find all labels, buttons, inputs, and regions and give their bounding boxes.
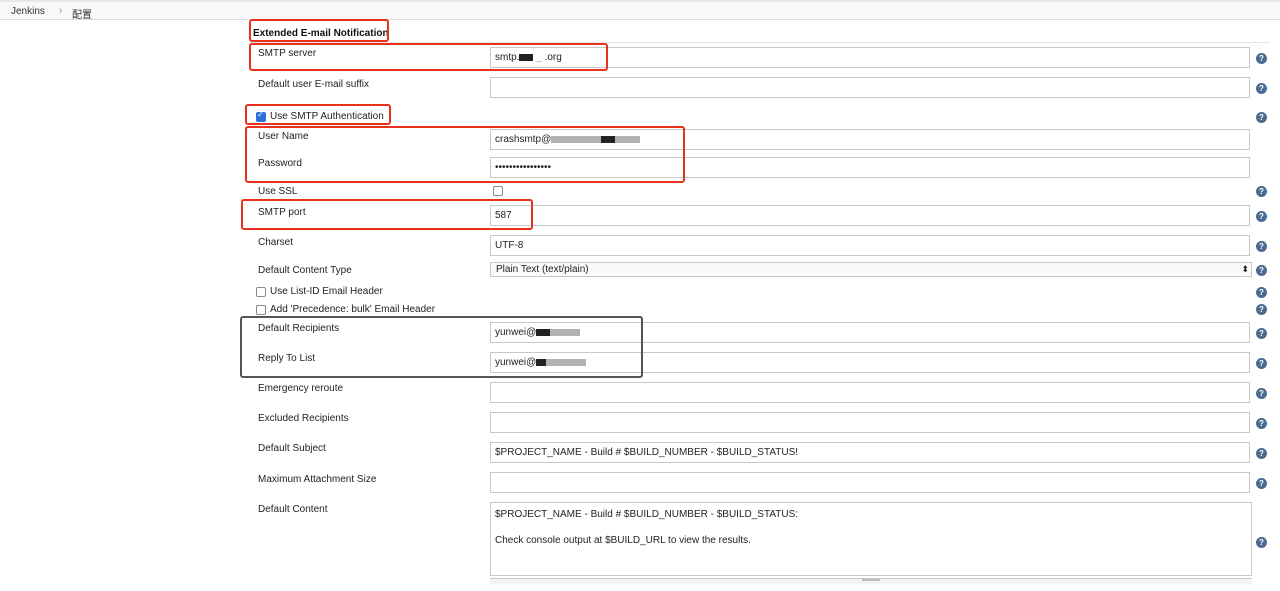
breadcrumb: Jenkins › 配置 (0, 0, 1280, 21)
help-icon[interactable]: ? (1256, 448, 1267, 459)
highlight-credentials (245, 126, 685, 183)
highlight-smtp-server (249, 43, 608, 71)
charset-input[interactable]: UTF-8 (490, 235, 1250, 256)
help-icon[interactable]: ? (1256, 265, 1267, 276)
default-subject-input[interactable]: $PROJECT_NAME - Build # $BUILD_NUMBER - … (490, 442, 1250, 463)
help-icon[interactable]: ? (1256, 186, 1267, 197)
help-icon[interactable]: ? (1256, 478, 1267, 489)
help-icon[interactable]: ? (1256, 537, 1267, 548)
default-content-line-1: $PROJECT_NAME - Build # $BUILD_NUMBER - … (495, 509, 799, 520)
help-icon[interactable]: ? (1256, 418, 1267, 429)
help-icon[interactable]: ? (1256, 287, 1267, 298)
default-subject-label: Default Subject (258, 443, 326, 454)
default-content-label: Default Content (258, 504, 328, 515)
help-icon[interactable]: ? (1256, 53, 1267, 64)
smtp-port-input[interactable]: 587 (490, 205, 1250, 226)
default-content-line-2: Check console output at $BUILD_URL to vi… (495, 535, 751, 546)
help-icon[interactable]: ? (1256, 112, 1267, 123)
default-suffix-input[interactable] (490, 77, 1250, 98)
emergency-reroute-input[interactable] (490, 382, 1250, 403)
max-attachment-label: Maximum Attachment Size (258, 474, 377, 485)
precedence-label: Add 'Precedence: bulk' Email Header (270, 304, 436, 315)
excluded-recipients-input[interactable] (490, 412, 1250, 433)
charset-label: Charset (258, 237, 294, 248)
chevron-right-icon: › (59, 5, 63, 16)
precedence-checkbox[interactable] (256, 305, 266, 315)
max-attachment-input[interactable] (490, 472, 1250, 493)
content-type-select[interactable]: Plain Text (text/plain) ⬍ (490, 262, 1252, 277)
list-id-label: Use List-ID Email Header (270, 286, 383, 297)
resize-grip-icon[interactable] (862, 579, 880, 581)
highlight-recipients (240, 316, 643, 378)
use-ssl-label: Use SSL (258, 186, 298, 197)
help-icon[interactable]: ? (1256, 211, 1267, 222)
breadcrumb-configure-link[interactable]: 配置 (72, 6, 92, 21)
list-id-checkbox[interactable] (256, 287, 266, 297)
highlight-section-title (249, 19, 389, 42)
breadcrumb-jenkins-link[interactable]: Jenkins (11, 6, 45, 17)
help-icon[interactable]: ? (1256, 388, 1267, 399)
highlight-smtp-auth (245, 104, 391, 125)
default-content-blank-line (495, 521, 1247, 534)
content-type-value: Plain Text (text/plain) (496, 264, 589, 275)
help-icon[interactable]: ? (1256, 304, 1267, 315)
default-content-textarea[interactable]: $PROJECT_NAME - Build # $BUILD_NUMBER - … (490, 502, 1252, 576)
emergency-reroute-label: Emergency reroute (258, 383, 344, 394)
help-icon[interactable]: ? (1256, 358, 1267, 369)
help-icon[interactable]: ? (1256, 83, 1267, 94)
select-arrows-icon: ⬍ (1241, 264, 1249, 274)
highlight-smtp-port (241, 199, 533, 230)
help-icon[interactable]: ? (1256, 328, 1267, 339)
content-type-label: Default Content Type (258, 265, 352, 276)
help-icon[interactable]: ? (1256, 241, 1267, 252)
default-suffix-label: Default user E-mail suffix (258, 79, 369, 90)
use-ssl-checkbox[interactable] (493, 186, 503, 196)
excluded-recipients-label: Excluded Recipients (258, 413, 349, 424)
